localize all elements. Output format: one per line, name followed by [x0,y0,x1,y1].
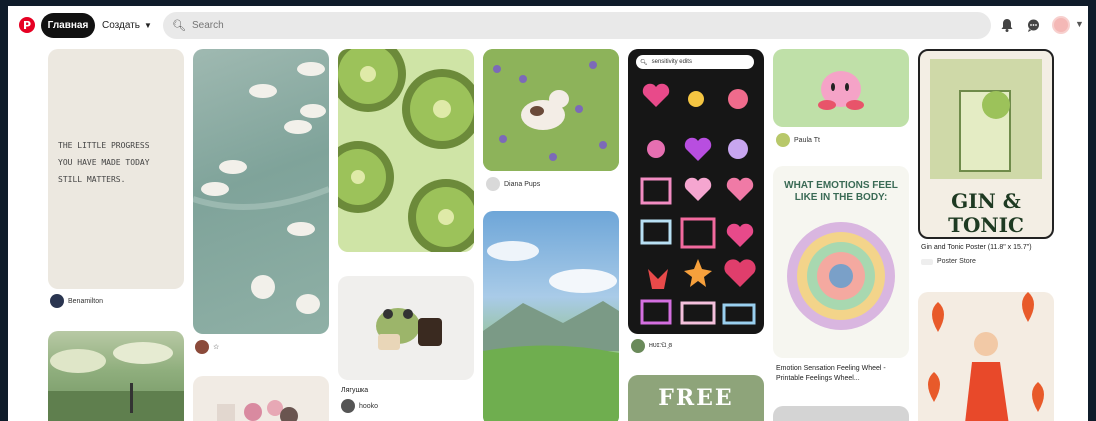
pin-caption: Лягушка [341,387,369,394]
create-label: Создать [102,20,141,31]
author-name: Paula Tt [794,136,820,144]
pin-strawberry-woman[interactable] [918,292,1054,421]
pin-caption: Gin and Tonic Poster (11.8" x 15.7") [921,244,1032,251]
messages-icon[interactable] [1025,17,1041,33]
kirby-art [818,71,864,110]
author-avatar [486,177,500,191]
account-chevron-down-icon[interactable]: ▼ [1075,19,1084,29]
pin-author-row[interactable]: Poster Store [921,258,976,265]
pin-free-title: FREE [658,385,734,411]
create-menu-button[interactable]: Создать ▼ [102,13,152,38]
frog-art [376,308,442,350]
pin-free-printable[interactable]: FREE [628,375,764,421]
swans-art [193,62,329,314]
pin-author-row[interactable]: Diana Pups [486,177,540,191]
pinterest-logo-icon[interactable]: P [19,17,35,33]
pin-author-row[interactable]: ☆ [195,340,219,354]
pin-meadow-landscape[interactable] [483,211,619,421]
pin-frog-plush[interactable] [338,276,474,380]
search-bar[interactable]: 🔍︎ [163,12,991,39]
author-name: Poster Store [937,258,976,265]
top-bar: P Главная Создать ▼ 🔍︎ ▼ [8,6,1088,44]
kiwi-art [338,49,474,252]
author-name: hooko [359,402,379,410]
chevron-down-icon: ▼ [144,21,152,30]
pin-cow-flowers[interactable] [483,49,619,171]
pin-emoji-stickers[interactable]: 🔍︎ sensitivity edits [628,49,764,334]
author-name: Benamilton [68,297,104,305]
pin-gin-tonic-poster[interactable]: GIN & TONIC [918,49,1054,239]
roses-art [217,400,298,421]
pin-author-row[interactable]: Benamilton [50,294,103,308]
pin-landscape-illustration[interactable] [48,331,184,421]
author-avatar [921,258,933,265]
author-name: Diana Pups [504,180,541,188]
author-avatar [341,399,355,413]
pin-caption: Emotion Sensation Feeling Wheel - Printa… [776,365,886,382]
author-avatar [195,340,209,354]
pin-kiwi-pattern[interactable] [338,49,474,252]
gin-title: GIN & TONIC [948,189,1024,237]
landscape-art [48,342,184,421]
cow-art [483,49,619,171]
feelings-wheel-art [787,222,895,330]
search-icon: 🔍︎ [172,20,186,32]
strawberry-art [928,292,1044,421]
pin-author-row[interactable]: ʜᴜɪ:ଘ ̯ɞ [631,339,672,353]
pin-quote-note[interactable]: THE LITTLE PROGRESS YOU HAVE MADE TODAY … [48,49,184,289]
author-avatar [50,294,64,308]
pin-roses[interactable] [193,376,329,421]
pin-emotions-wheel[interactable]: WHAT EMOTIONS FEEL LIKE IN THE BODY: [773,166,909,358]
meadow-art [483,241,619,421]
pin-partial[interactable] [773,406,909,421]
profile-avatar[interactable] [1052,16,1070,34]
note-quote-text: THE LITTLE PROGRESS YOU HAVE MADE TODAY … [58,141,150,184]
search-input[interactable] [191,20,972,31]
pin-author-row[interactable]: hooko [341,399,378,413]
pinterest-window: P Главная Создать ▼ 🔍︎ ▼ THE LITTLE PROG… [8,6,1088,421]
author-avatar [776,133,790,147]
pin-swans-water[interactable] [193,49,329,334]
author-avatar [631,339,645,353]
pin-kirby[interactable] [773,49,909,127]
sticker-grid-art [640,83,756,325]
pin-author-row[interactable]: Paula Tt [776,133,820,147]
bell-icon[interactable] [999,17,1015,33]
author-name: ☆ [213,344,220,351]
home-button[interactable]: Главная [41,13,95,38]
author-name: ʜᴜɪ:ଘ ̯ɞ [649,342,673,349]
